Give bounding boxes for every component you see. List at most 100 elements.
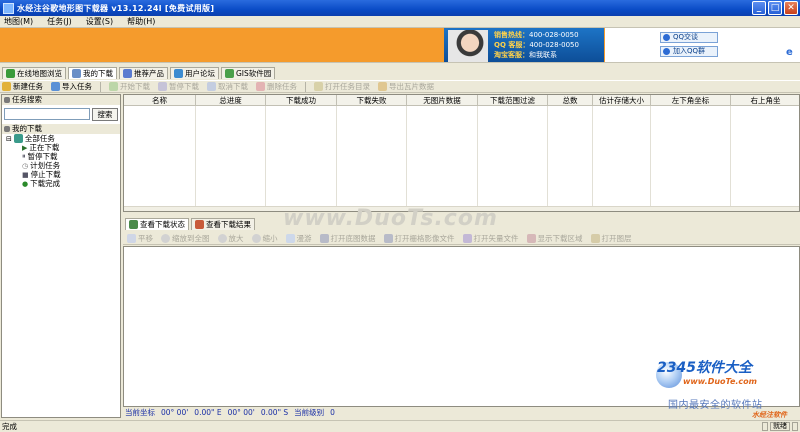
coords-lat: 00° 00' [227, 408, 255, 417]
zoom-in-icon [217, 233, 227, 243]
tree-stopped[interactable]: ■ 停止下载 [6, 170, 120, 179]
tree-scheduled[interactable]: ◷ 计划任务 [6, 161, 120, 170]
show-region-button[interactable]: 显示下载区域 [526, 233, 583, 244]
import-icon [51, 82, 60, 91]
new-task-button[interactable]: 新建任务 [2, 81, 43, 92]
col-size[interactable]: 估计存储大小 [593, 95, 651, 105]
open-task-folder-button[interactable]: 打开任务目录 [314, 81, 370, 92]
tab-label: 推荐产品 [134, 69, 164, 78]
col-lower-left[interactable]: 左下角坐标 [651, 95, 731, 105]
pan-button[interactable]: 平移 [127, 233, 153, 244]
toolbar-separator [100, 81, 101, 92]
status-bar: 完成 就绪 [0, 420, 800, 432]
gis-icon [225, 69, 234, 78]
tree-completed[interactable]: ● 下载完成 [6, 179, 120, 188]
col-progress[interactable]: 总进度 [196, 95, 266, 105]
toolbar-label: 缩小 [262, 233, 278, 243]
toolbar-label: 暂停下载 [169, 82, 199, 91]
col-failed[interactable]: 下载失败 [337, 95, 407, 105]
tab-my-downloads[interactable]: 我的下载 [68, 67, 117, 79]
pause-download-button[interactable]: 暂停下载 [158, 81, 199, 92]
zoom-full-button[interactable]: 缩放到全图 [161, 233, 210, 244]
status-grid-icon [129, 220, 138, 229]
tab-online-map[interactable]: 在线地图浏览 [2, 67, 66, 79]
zoom-in-button[interactable]: 放大 [217, 233, 244, 244]
col-range-filter[interactable]: 下载范围过滤 [478, 95, 548, 105]
col-upper-right[interactable]: 右上角坐 [731, 95, 799, 105]
pause-icon [158, 82, 167, 91]
toolbar-label: 取消下载 [218, 82, 248, 91]
main-toolbar: 新建任务 导入任务 开始下载 暂停下载 取消下载 删除任务 打开任务目录 导出瓦… [0, 80, 800, 93]
toolbar-separator [305, 81, 306, 92]
contact-ad[interactable]: 销售热线：400-028-0050 QQ 客服：400-028-0050 淘宝客… [444, 28, 604, 62]
results-icon [195, 220, 204, 229]
region-icon [526, 233, 536, 243]
status-cell-ready: 就绪 [770, 422, 790, 431]
bottom-tabs: 查看下载状态 查看下载结果 [123, 218, 800, 231]
layer-icon [590, 233, 600, 243]
open-raster-button[interactable]: 打开栅格影像文件 [383, 233, 455, 244]
site-logo-text: 2345软件大全 [657, 360, 752, 376]
export-tiles-button[interactable]: 导出瓦片数据 [378, 81, 434, 92]
collapse-icon[interactable] [4, 126, 10, 132]
tab-gis[interactable]: GIS软件园 [221, 67, 276, 79]
roam-button[interactable]: 漫游 [285, 233, 312, 244]
export-icon [378, 82, 387, 91]
table-header: 名称 总进度 下载成功 下载失败 无图片数据 下载范围过滤 总数 估计存储大小 … [124, 95, 799, 106]
collapse-icon[interactable] [4, 97, 10, 103]
stop-icon [207, 82, 216, 91]
col-total[interactable]: 总数 [548, 95, 593, 105]
task-search-title: 任务搜索 [12, 95, 42, 104]
ad-banner: 销售热线：400-028-0050 QQ 客服：400-028-0050 淘宝客… [0, 27, 800, 63]
toolbar-label: 删除任务 [267, 82, 297, 91]
tab-forum[interactable]: 用户论坛 [170, 67, 219, 79]
delete-task-button[interactable]: 删除任务 [256, 81, 297, 92]
menu-settings[interactable]: 设置(S) [86, 16, 113, 27]
start-download-button[interactable]: 开始下载 [109, 81, 150, 92]
tree-downloading[interactable]: ▶ 正在下载 [6, 143, 120, 152]
toolbar-label: 打开任务目录 [325, 82, 370, 91]
check-icon: ● [22, 179, 29, 188]
task-search-header: 任务搜索 [2, 95, 120, 105]
tree-expand-icon[interactable]: ⊟ [6, 135, 12, 143]
status-cell [792, 422, 798, 431]
maximize-button[interactable]: □ [768, 1, 782, 15]
col-name[interactable]: 名称 [124, 95, 196, 105]
search-button[interactable]: 搜索 [92, 108, 118, 121]
col-no-image[interactable]: 无图片数据 [407, 95, 478, 105]
app-icon [3, 2, 14, 14]
tree-paused[interactable]: ⏸ 暂停下载 [6, 152, 120, 161]
basemap-icon [319, 233, 329, 243]
download-icon [72, 69, 81, 78]
toolbar-label: 导出瓦片数据 [389, 82, 434, 91]
tab-download-results[interactable]: 查看下载结果 [191, 218, 255, 230]
tree-all-tasks[interactable]: ⊟ 全部任务 [6, 134, 120, 143]
import-task-button[interactable]: 导入任务 [51, 81, 92, 92]
tab-recommended[interactable]: 推荐产品 [119, 67, 168, 79]
product-icon [123, 69, 132, 78]
open-basemap-button[interactable]: 打开底图数据 [319, 233, 376, 244]
minimize-button[interactable]: _ [752, 1, 766, 15]
toolbar-label: 平移 [138, 233, 153, 243]
status-cell [762, 422, 768, 431]
open-layer-button[interactable]: 打开图层 [590, 233, 632, 244]
task-search-input[interactable] [4, 108, 90, 120]
menu-map[interactable]: 地图(M) [4, 16, 33, 27]
zoom-out-icon [251, 233, 261, 243]
qq-chat-button[interactable]: QQ交谈 [660, 32, 718, 43]
qq-group-button[interactable]: 加入QQ群 [660, 46, 718, 57]
zoom-out-button[interactable]: 缩小 [251, 233, 278, 244]
level-value: 0 [330, 408, 335, 417]
menu-task[interactable]: 任务(J) [47, 16, 72, 27]
close-button[interactable]: ✕ [784, 1, 798, 15]
menu-bar: 地图(M) 任务(J) 设置(S) 帮助(H) [0, 16, 800, 27]
toolbar-label: 打开图层 [601, 233, 632, 243]
coords-lat-sec: 0.00" S [260, 408, 289, 417]
tab-download-status[interactable]: 查看下载状态 [125, 218, 189, 230]
menu-help[interactable]: 帮助(H) [127, 16, 155, 27]
open-vector-button[interactable]: 打开矢量文件 [462, 233, 519, 244]
col-success[interactable]: 下载成功 [266, 95, 337, 105]
tree-label: 下载完成 [30, 179, 61, 188]
site-logo: 2345软件大全 www.DuoTe.com [657, 357, 757, 386]
cancel-download-button[interactable]: 取消下载 [207, 81, 248, 92]
